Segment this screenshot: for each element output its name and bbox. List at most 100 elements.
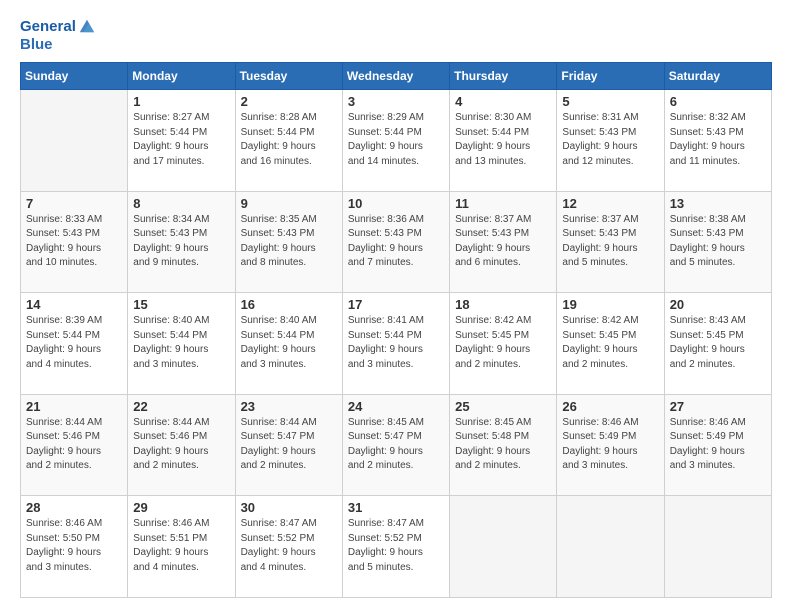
day-number: 2 [241,94,337,109]
day-number: 30 [241,500,337,515]
day-info: Sunrise: 8:43 AMSunset: 5:45 PMDaylight:… [670,314,766,372]
page: General Blue SundayMondayTuesdayWednesda… [0,0,792,612]
day-number: 20 [670,297,766,312]
calendar-cell: 10 Sunrise: 8:36 AMSunset: 5:43 PMDayligh… [342,191,449,293]
day-info: Sunrise: 8:30 AMSunset: 5:44 PMDaylight:… [455,111,551,169]
weekday-header-tuesday: Tuesday [235,63,342,90]
calendar-cell: 26 Sunrise: 8:46 AMSunset: 5:49 PMDayligh… [557,394,664,496]
day-info: Sunrise: 8:42 AMSunset: 5:45 PMDaylight:… [562,314,658,372]
calendar-cell: 30 Sunrise: 8:47 AMSunset: 5:52 PMDayligh… [235,496,342,598]
day-number: 10 [348,196,444,211]
day-info: Sunrise: 8:46 AMSunset: 5:50 PMDaylight:… [26,517,122,575]
calendar-cell [557,496,664,598]
calendar-cell: 8 Sunrise: 8:34 AMSunset: 5:43 PMDaylight… [128,191,235,293]
calendar-cell: 27 Sunrise: 8:46 AMSunset: 5:49 PMDayligh… [664,394,771,496]
day-info: Sunrise: 8:37 AMSunset: 5:43 PMDaylight:… [455,213,551,271]
day-number: 26 [562,399,658,414]
calendar-cell: 24 Sunrise: 8:45 AMSunset: 5:47 PMDayligh… [342,394,449,496]
calendar-cell: 11 Sunrise: 8:37 AMSunset: 5:43 PMDayligh… [450,191,557,293]
day-info: Sunrise: 8:34 AMSunset: 5:43 PMDaylight:… [133,213,229,271]
day-info: Sunrise: 8:39 AMSunset: 5:44 PMDaylight:… [26,314,122,372]
calendar-cell [450,496,557,598]
weekday-header-monday: Monday [128,63,235,90]
calendar-cell: 2 Sunrise: 8:28 AMSunset: 5:44 PMDaylight… [235,90,342,192]
day-number: 8 [133,196,229,211]
day-info: Sunrise: 8:44 AMSunset: 5:46 PMDaylight:… [133,416,229,474]
day-number: 27 [670,399,766,414]
weekday-header-friday: Friday [557,63,664,90]
day-info: Sunrise: 8:46 AMSunset: 5:49 PMDaylight:… [670,416,766,474]
calendar-cell: 17 Sunrise: 8:41 AMSunset: 5:44 PMDayligh… [342,293,449,395]
day-info: Sunrise: 8:37 AMSunset: 5:43 PMDaylight:… [562,213,658,271]
logo-text-general: General [20,18,76,36]
day-info: Sunrise: 8:32 AMSunset: 5:43 PMDaylight:… [670,111,766,169]
calendar-cell: 1 Sunrise: 8:27 AMSunset: 5:44 PMDaylight… [128,90,235,192]
day-number: 14 [26,297,122,312]
calendar-table: SundayMondayTuesdayWednesdayThursdayFrid… [20,62,772,598]
day-number: 9 [241,196,337,211]
day-number: 23 [241,399,337,414]
day-number: 18 [455,297,551,312]
day-info: Sunrise: 8:36 AMSunset: 5:43 PMDaylight:… [348,213,444,271]
day-number: 28 [26,500,122,515]
calendar-cell: 5 Sunrise: 8:31 AMSunset: 5:43 PMDaylight… [557,90,664,192]
day-info: Sunrise: 8:47 AMSunset: 5:52 PMDaylight:… [348,517,444,575]
day-number: 6 [670,94,766,109]
day-number: 7 [26,196,122,211]
day-number: 17 [348,297,444,312]
calendar-cell: 20 Sunrise: 8:43 AMSunset: 5:45 PMDayligh… [664,293,771,395]
day-number: 3 [348,94,444,109]
calendar-cell [21,90,128,192]
calendar-cell: 3 Sunrise: 8:29 AMSunset: 5:44 PMDaylight… [342,90,449,192]
calendar-cell: 9 Sunrise: 8:35 AMSunset: 5:43 PMDaylight… [235,191,342,293]
logo-icon [78,17,96,35]
day-info: Sunrise: 8:46 AMSunset: 5:51 PMDaylight:… [133,517,229,575]
day-number: 5 [562,94,658,109]
calendar-cell: 14 Sunrise: 8:39 AMSunset: 5:44 PMDayligh… [21,293,128,395]
day-number: 21 [26,399,122,414]
day-number: 11 [455,196,551,211]
calendar-cell [664,496,771,598]
calendar-cell: 4Sunrise: 8:30 AMSunset: 5:44 PMDaylight… [450,90,557,192]
weekday-header-sunday: Sunday [21,63,128,90]
day-number: 13 [670,196,766,211]
day-info: Sunrise: 8:29 AMSunset: 5:44 PMDaylight:… [348,111,444,169]
day-info: Sunrise: 8:27 AMSunset: 5:44 PMDaylight:… [133,111,229,169]
day-number: 25 [455,399,551,414]
calendar-cell: 22 Sunrise: 8:44 AMSunset: 5:46 PMDayligh… [128,394,235,496]
calendar-cell: 21 Sunrise: 8:44 AMSunset: 5:46 PMDayligh… [21,394,128,496]
calendar-cell: 23 Sunrise: 8:44 AMSunset: 5:47 PMDayligh… [235,394,342,496]
day-info: Sunrise: 8:44 AMSunset: 5:47 PMDaylight:… [241,416,337,474]
calendar-week-row: 21 Sunrise: 8:44 AMSunset: 5:46 PMDayligh… [21,394,772,496]
day-number: 31 [348,500,444,515]
calendar-cell: 6 Sunrise: 8:32 AMSunset: 5:43 PMDaylight… [664,90,771,192]
day-info: Sunrise: 8:45 AMSunset: 5:47 PMDaylight:… [348,416,444,474]
calendar-cell: 25Sunrise: 8:45 AMSunset: 5:48 PMDayligh… [450,394,557,496]
calendar-week-row: 7 Sunrise: 8:33 AMSunset: 5:43 PMDaylight… [21,191,772,293]
day-info: Sunrise: 8:33 AMSunset: 5:43 PMDaylight:… [26,213,122,271]
day-number: 1 [133,94,229,109]
calendar-cell: 29 Sunrise: 8:46 AMSunset: 5:51 PMDayligh… [128,496,235,598]
calendar-cell: 19Sunrise: 8:42 AMSunset: 5:45 PMDayligh… [557,293,664,395]
day-info: Sunrise: 8:44 AMSunset: 5:46 PMDaylight:… [26,416,122,474]
day-info: Sunrise: 8:35 AMSunset: 5:43 PMDaylight:… [241,213,337,271]
header: General Blue [20,18,772,54]
day-info: Sunrise: 8:40 AMSunset: 5:44 PMDaylight:… [241,314,337,372]
calendar-week-row: 1 Sunrise: 8:27 AMSunset: 5:44 PMDaylight… [21,90,772,192]
day-info: Sunrise: 8:31 AMSunset: 5:43 PMDaylight:… [562,111,658,169]
calendar-cell: 16Sunrise: 8:40 AMSunset: 5:44 PMDayligh… [235,293,342,395]
day-number: 24 [348,399,444,414]
day-info: Sunrise: 8:46 AMSunset: 5:49 PMDaylight:… [562,416,658,474]
day-info: Sunrise: 8:41 AMSunset: 5:44 PMDaylight:… [348,314,444,372]
day-info: Sunrise: 8:28 AMSunset: 5:44 PMDaylight:… [241,111,337,169]
calendar-cell: 28 Sunrise: 8:46 AMSunset: 5:50 PMDayligh… [21,496,128,598]
day-number: 22 [133,399,229,414]
calendar-cell: 13Sunrise: 8:38 AMSunset: 5:43 PMDayligh… [664,191,771,293]
day-number: 29 [133,500,229,515]
day-info: Sunrise: 8:40 AMSunset: 5:44 PMDaylight:… [133,314,229,372]
calendar-week-row: 28 Sunrise: 8:46 AMSunset: 5:50 PMDayligh… [21,496,772,598]
weekday-header-saturday: Saturday [664,63,771,90]
calendar-week-row: 14 Sunrise: 8:39 AMSunset: 5:44 PMDayligh… [21,293,772,395]
day-info: Sunrise: 8:47 AMSunset: 5:52 PMDaylight:… [241,517,337,575]
calendar-cell: 18Sunrise: 8:42 AMSunset: 5:45 PMDayligh… [450,293,557,395]
